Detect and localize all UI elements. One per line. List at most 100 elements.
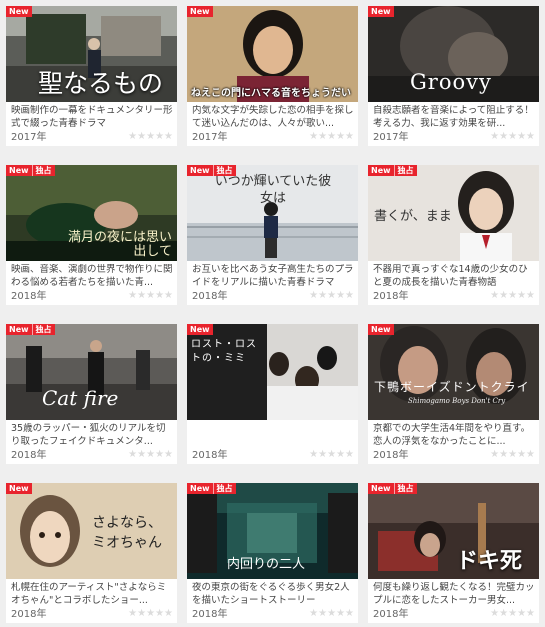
release-year: 2017年 — [192, 132, 228, 143]
badge-group: New — [368, 324, 394, 335]
content-card[interactable]: New ねえこの門にハマる音をちょうだい 内気な文字が失踪した恋の相手を探して迷… — [187, 6, 358, 146]
thumbnail: New さよなら、ミオちゃん — [6, 483, 177, 579]
rating-stars: ★★★★★ — [490, 290, 535, 301]
artwork-title: Groovy — [410, 70, 492, 94]
exclusive-badge: 独占 — [213, 165, 236, 176]
new-badge: New — [187, 324, 213, 335]
content-card[interactable]: New 独占 Cat fire 35歳のラッパー・狐火のリアルを切り取ったフェイ… — [6, 324, 177, 464]
content-card[interactable]: New 下鴨ボーイズドントクライ Shimogamo Boys Don't Cr… — [368, 324, 539, 464]
exclusive-badge: 独占 — [213, 483, 236, 494]
content-grid: New 聖なるもの 映画制作の一幕をドキュメンタリー形式で綴った青春ドラマ 20… — [0, 0, 545, 627]
thumbnail: New 独占 ドキ死 — [368, 483, 539, 579]
artwork-title: ドキ死 — [456, 549, 523, 574]
thumbnail: New ねえこの門にハマる音をちょうだい — [187, 6, 358, 102]
artwork-title: さよなら、ミオちゃん — [92, 515, 162, 551]
new-badge: New — [187, 483, 214, 494]
new-badge: New — [6, 165, 33, 176]
thumbnail: New Groovy — [368, 6, 539, 102]
thumbnail: New 独占 内回りの二人 — [187, 483, 358, 579]
release-year: 2018年 — [11, 609, 47, 620]
badge-group: New — [6, 483, 32, 494]
rating-stars: ★★★★★ — [128, 449, 173, 460]
release-year: 2018年 — [11, 450, 47, 461]
new-badge: New — [368, 324, 394, 335]
artwork-title: ロスト・ロストの・ミミ — [191, 339, 257, 364]
artwork-title: 内回りの二人 — [227, 557, 306, 572]
content-card[interactable]: New 独占 書くが、まま 不器用で真っすぐな14歳の少女のひと夏の成長を描いた… — [368, 165, 539, 305]
card-description: お互いを比べあう女子高生たちのプライドをリアルに描いた青春ドラマ — [192, 264, 354, 288]
thumbnail: New ロスト・ロストの・ミミ — [187, 324, 358, 420]
content-card[interactable]: New 独占 内回りの二人 夜の東京の街をぐるぐる歩く男女2人を描いたショートス… — [187, 483, 358, 623]
content-card[interactable]: New 独占 ドキ死 何度も繰り返し観たくなる！完璧カップルに恋をしたストーカー… — [368, 483, 539, 623]
thumbnail: New 聖なるもの — [6, 6, 177, 102]
release-year: 2018年 — [373, 450, 409, 461]
thumbnail: New 下鴨ボーイズドントクライ Shimogamo Boys Don't Cr… — [368, 324, 539, 420]
release-year: 2017年 — [11, 132, 47, 143]
card-description: 札幌在住のアーティスト"さよならミオちゃん"とコラボしたショー... — [11, 582, 167, 606]
thumbnail: New 独占 いつか輝いていた彼女は — [187, 165, 358, 261]
badge-group: New — [6, 6, 32, 17]
badge-group: New — [187, 324, 213, 335]
rating-stars: ★★★★★ — [309, 449, 354, 460]
content-card[interactable]: New Groovy 自殺志願者を音楽によって阻止する！考える力、我に返す効果を… — [368, 6, 539, 146]
new-badge: New — [187, 165, 214, 176]
badge-group: New 独占 — [187, 483, 236, 494]
badge-group: New 独占 — [368, 165, 417, 176]
badge-group: New 独占 — [187, 165, 236, 176]
rating-stars: ★★★★★ — [309, 131, 354, 142]
new-badge: New — [187, 6, 213, 17]
badge-group: New — [187, 6, 213, 17]
thumbnail: New 独占 満月の夜には思い出して — [6, 165, 177, 261]
release-year: 2018年 — [373, 291, 409, 302]
release-year: 2018年 — [192, 450, 228, 461]
release-year: 2017年 — [373, 132, 409, 143]
new-badge: New — [6, 324, 33, 335]
exclusive-badge: 独占 — [32, 324, 55, 335]
rating-stars: ★★★★★ — [309, 290, 354, 301]
card-description — [192, 423, 354, 448]
thumbnail: New 独占 Cat fire — [6, 324, 177, 420]
badge-group: New 独占 — [6, 324, 55, 335]
content-card[interactable]: New 聖なるもの 映画制作の一幕をドキュメンタリー形式で綴った青春ドラマ 20… — [6, 6, 177, 146]
card-description: 映画、音楽、演劇の世界で物作りに関わる悩める若者たちを描いた青... — [11, 264, 173, 288]
new-badge: New — [368, 6, 394, 17]
card-description: 何度も繰り返し観たくなる！完璧カップルに恋をしたストーカー男女... — [373, 582, 535, 606]
content-card[interactable]: New 独占 いつか輝いていた彼女は お互いを比べあう女子高生たちのプライドをリ… — [187, 165, 358, 305]
rating-stars: ★★★★★ — [490, 449, 535, 460]
card-description: 自殺志願者を音楽によって阻止する！考える力、我に返す効果を研... — [373, 105, 534, 129]
release-year: 2018年 — [11, 291, 47, 302]
artwork-title: 下鴨ボーイズドントクライ — [374, 380, 530, 394]
release-year: 2018年 — [192, 609, 228, 620]
rating-stars: ★★★★★ — [128, 131, 173, 142]
rating-stars: ★★★★★ — [490, 131, 535, 142]
new-badge: New — [368, 483, 395, 494]
badge-group: New 独占 — [368, 483, 417, 494]
artwork-title: ねえこの門にハマる音をちょうだい — [191, 88, 351, 99]
card-description: 京都での大学生活4年間をやり直す。恋人の浮気をなかったことに... — [373, 423, 531, 447]
content-card[interactable]: New さよなら、ミオちゃん 札幌在住のアーティスト"さよならミオちゃん"とコラ… — [6, 483, 177, 623]
exclusive-badge: 独占 — [394, 483, 417, 494]
card-description: 35歳のラッパー・狐火のリアルを切り取ったフェイクドキュメンタ... — [11, 423, 166, 447]
rating-stars: ★★★★★ — [128, 290, 173, 301]
card-description: 内気な文字が失踪した恋の相手を探して迷い込んだのは、人々が歌い... — [192, 105, 354, 129]
content-card[interactable]: New ロスト・ロストの・ミミ 2018年 ★★★★★ — [187, 324, 358, 464]
card-description: 不器用で真っすぐな14歳の少女のひと夏の成長を描いた青春物語 — [373, 264, 528, 288]
new-badge: New — [6, 483, 32, 494]
artwork-title: Cat fire — [42, 386, 119, 410]
exclusive-badge: 独占 — [32, 165, 55, 176]
release-year: 2018年 — [192, 291, 228, 302]
release-year: 2018年 — [373, 609, 409, 620]
rating-stars: ★★★★★ — [309, 608, 354, 619]
thumbnail: New 独占 書くが、まま — [368, 165, 539, 261]
artwork-title: いつか輝いていた彼女は — [214, 174, 332, 206]
badge-group: New — [368, 6, 394, 17]
new-badge: New — [6, 6, 32, 17]
new-badge: New — [368, 165, 395, 176]
card-description: 夜の東京の街をぐるぐる歩く男女2人を描いたショートストーリー — [192, 582, 350, 606]
content-card[interactable]: New 独占 満月の夜には思い出して 映画、音楽、演劇の世界で物作りに関わる悩め… — [6, 165, 177, 305]
artwork-subtitle: Shimogamo Boys Don't Cry — [408, 397, 506, 405]
exclusive-badge: 独占 — [394, 165, 417, 176]
artwork-title: 書くが、まま — [374, 209, 452, 224]
card-description: 映画制作の一幕をドキュメンタリー形式で綴った青春ドラマ — [11, 105, 173, 129]
rating-stars: ★★★★★ — [490, 608, 535, 619]
